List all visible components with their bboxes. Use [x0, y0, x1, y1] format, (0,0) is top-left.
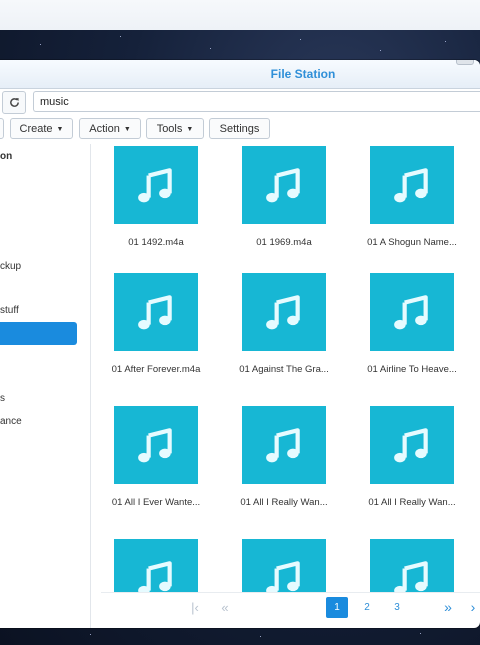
file-tile[interactable]: 01 1492.m4a: [91, 146, 226, 248]
path-bar: music: [0, 89, 480, 115]
music-file-thumbnail: [370, 273, 454, 351]
music-file-thumbnail: [114, 406, 198, 484]
chevron-down-icon: ▼: [56, 126, 64, 133]
upload-button[interactable]: [0, 118, 4, 139]
file-name: 01 1492.m4a: [128, 237, 184, 248]
sidebar: on ckup stuff s ance: [0, 144, 91, 628]
refresh-button[interactable]: [2, 91, 26, 114]
next-page-icon[interactable]: »: [439, 597, 457, 618]
toolbar: Create ▼ Action ▼ Tools ▼ Settings: [0, 117, 480, 143]
file-tile[interactable]: 01 All I Really Wan...: [342, 406, 480, 508]
music-note-icon: [266, 168, 300, 203]
music-note-icon: [266, 295, 300, 330]
file-tile[interactable]: 01 1969.m4a: [214, 146, 354, 248]
sidebar-item-backup[interactable]: ckup: [0, 261, 21, 272]
file-name: 01 1969.m4a: [256, 237, 312, 248]
music-note-icon: [138, 168, 172, 203]
music-file-thumbnail: [242, 406, 326, 484]
music-file-thumbnail: [242, 273, 326, 351]
music-file-thumbnail: [370, 406, 454, 484]
music-file-thumbnail: [114, 146, 198, 224]
create-label: Create: [19, 123, 53, 135]
file-tile[interactable]: 01 Airline To Heave...: [342, 273, 480, 375]
file-name: 01 All I Really Wan...: [368, 497, 456, 508]
chevron-down-icon: ▼: [123, 126, 131, 133]
window-title: File Station: [270, 67, 336, 81]
action-button[interactable]: Action ▼: [79, 118, 141, 139]
page-2-button[interactable]: 2: [356, 597, 378, 618]
settings-button[interactable]: Settings: [209, 118, 270, 139]
path-input[interactable]: music: [33, 91, 480, 112]
music-note-icon: [138, 295, 172, 330]
file-name: 01 All I Ever Wante...: [111, 497, 201, 508]
file-tile[interactable]: 01 A Shogun Name...: [342, 146, 480, 248]
page-3-button[interactable]: 3: [386, 597, 408, 618]
sidebar-item[interactable]: ance: [0, 416, 22, 427]
file-tile[interactable]: 01 All I Really Wan...: [214, 406, 354, 508]
sidebar-item-selected[interactable]: [0, 322, 77, 345]
sidebar-header[interactable]: on: [0, 151, 12, 162]
desktop-top-bar: [0, 0, 480, 31]
file-name: 01 Against The Gra...: [239, 364, 329, 375]
window-control-button[interactable]: [456, 60, 474, 65]
file-name: 01 After Forever.m4a: [111, 364, 201, 375]
first-page-icon[interactable]: |‹: [187, 597, 203, 618]
file-station-window: File Station music Create ▼ Action ▼ Tools…: [0, 60, 480, 628]
chevron-down-icon: ▼: [186, 126, 194, 133]
title-bar[interactable]: File Station: [0, 60, 480, 89]
music-file-thumbnail: [242, 146, 326, 224]
music-note-icon: [266, 428, 300, 463]
music-file-thumbnail: [370, 146, 454, 224]
file-tile[interactable]: 01 All I Ever Wante...: [91, 406, 226, 508]
pagination-bar: |‹ « 1 2 3 » ›: [101, 592, 480, 619]
music-note-icon: [394, 168, 428, 203]
music-note-icon: [138, 428, 172, 463]
tools-button[interactable]: Tools ▼: [146, 118, 204, 139]
sidebar-item[interactable]: s: [0, 393, 5, 404]
file-name: 01 All I Really Wan...: [240, 497, 328, 508]
tools-label: Tools: [156, 123, 183, 135]
settings-label: Settings: [219, 123, 260, 135]
file-name: 01 Airline To Heave...: [367, 364, 457, 375]
refresh-icon: [9, 98, 19, 107]
last-page-icon[interactable]: ›: [467, 597, 479, 618]
previous-page-icon[interactable]: «: [217, 597, 233, 618]
music-file-thumbnail: [114, 273, 198, 351]
page-1-button[interactable]: 1: [326, 597, 348, 618]
sidebar-item-stuff[interactable]: stuff: [0, 305, 19, 316]
music-note-icon: [394, 428, 428, 463]
file-tile[interactable]: 01 Against The Gra...: [214, 273, 354, 375]
file-tile[interactable]: 01 After Forever.m4a: [91, 273, 226, 375]
action-label: Action: [89, 123, 120, 135]
file-grid: 01 1492.m4a 01 1969.m4a 01 A Shogun Name…: [91, 144, 480, 628]
file-name: 01 A Shogun Name...: [367, 237, 457, 248]
create-button[interactable]: Create ▼: [10, 118, 73, 139]
music-note-icon: [394, 295, 428, 330]
